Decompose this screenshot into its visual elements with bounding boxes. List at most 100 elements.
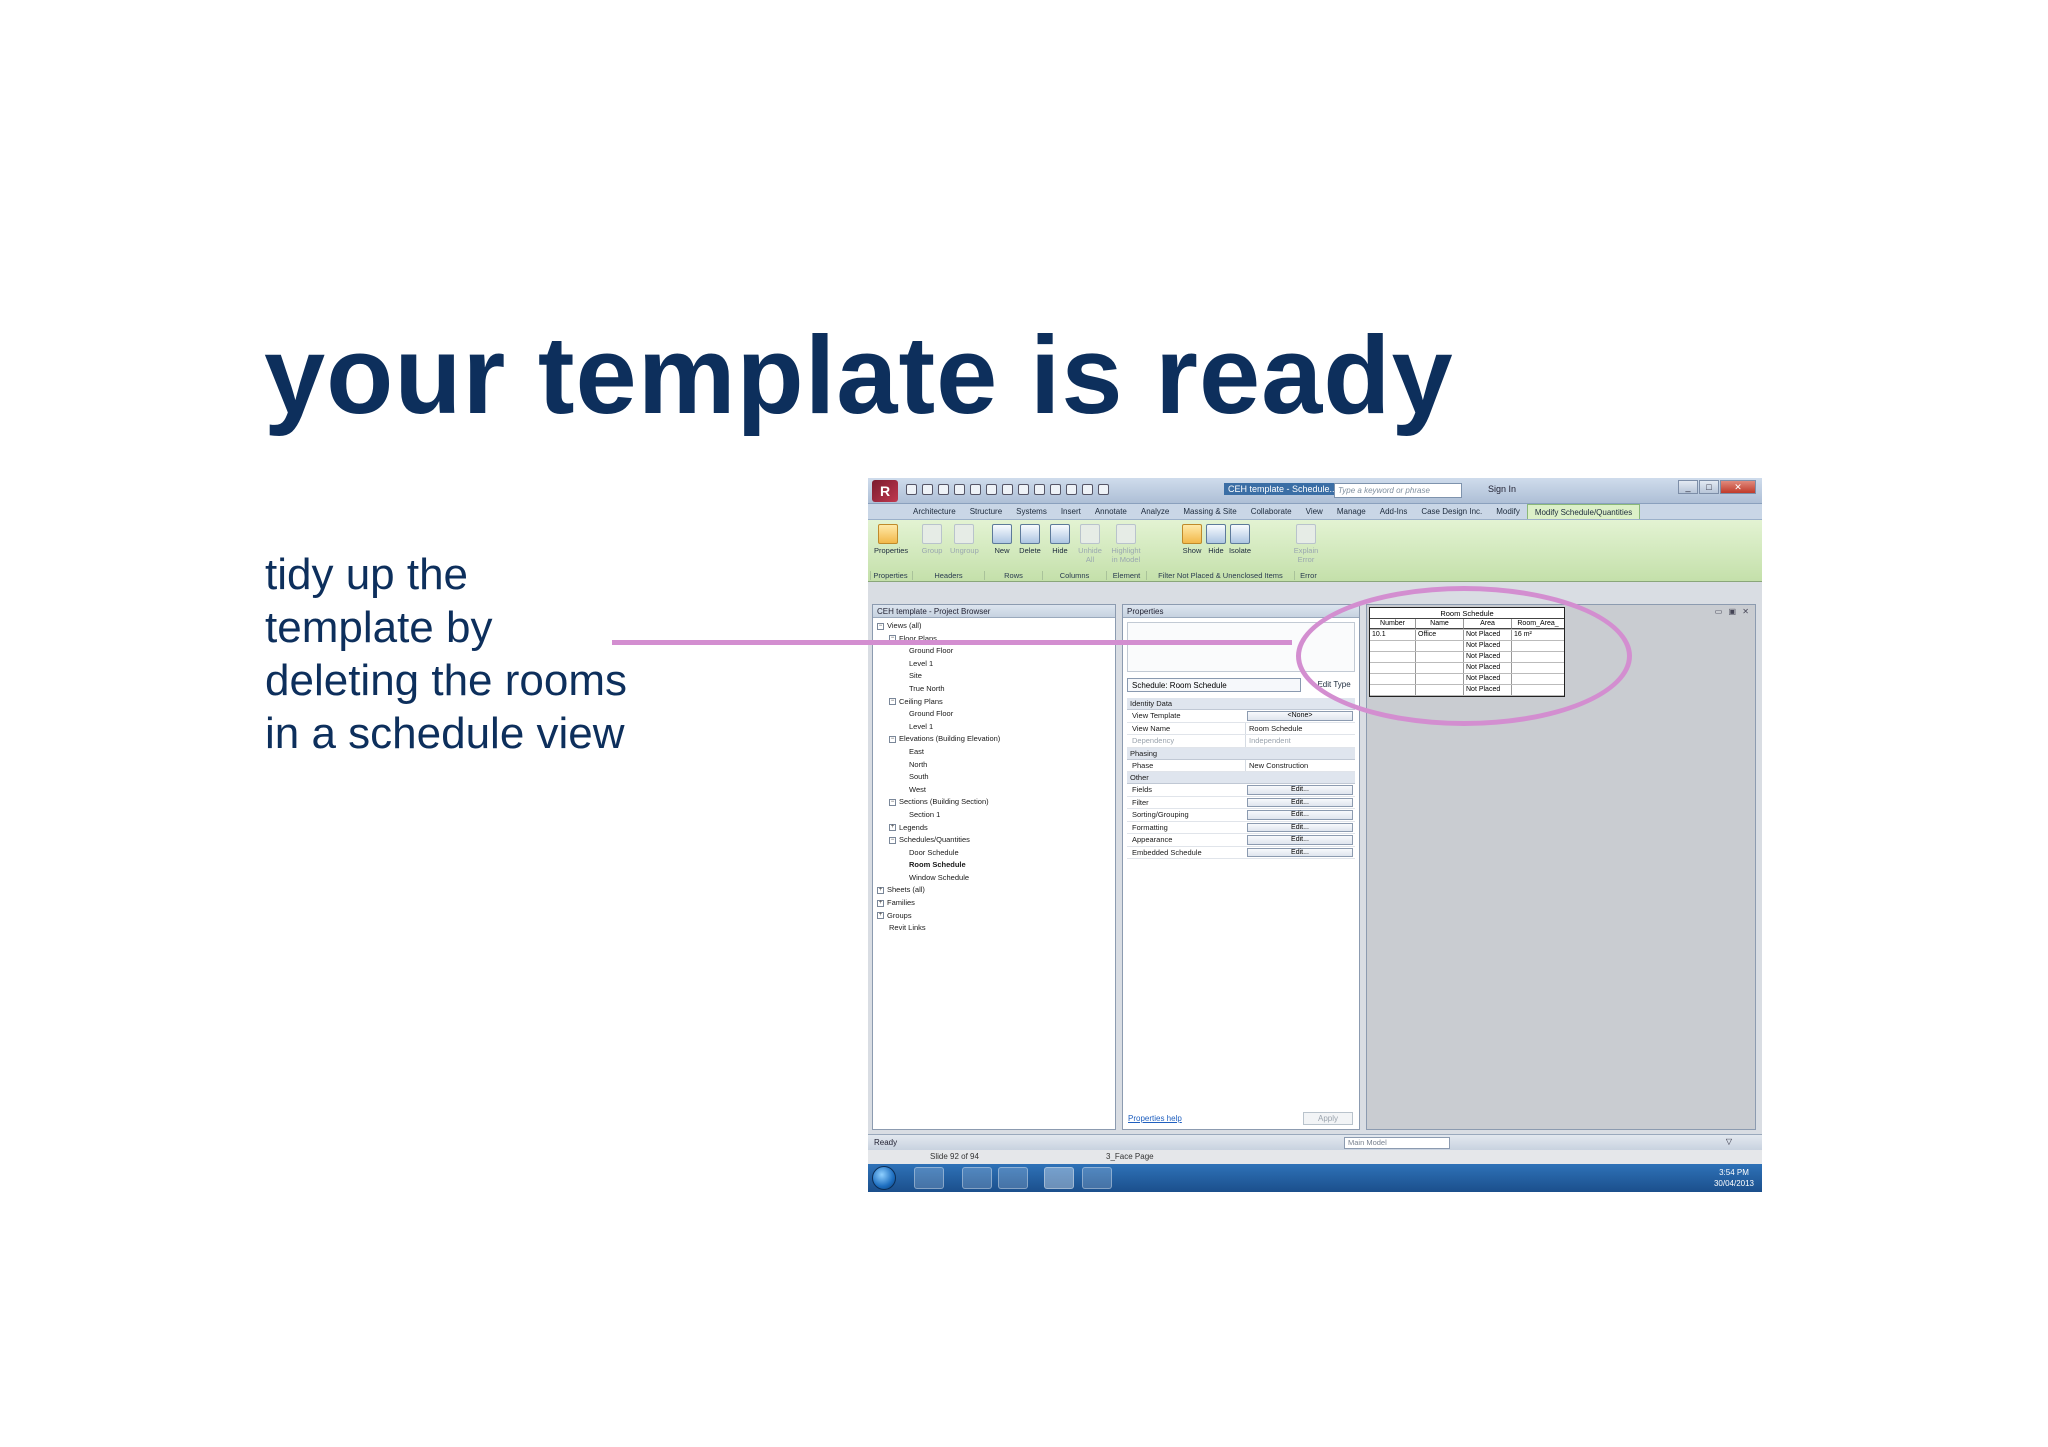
tree-node[interactable]: − Views (all) [877, 620, 1115, 633]
minimize-button[interactable]: _ [1678, 480, 1698, 494]
section-icon[interactable] [1050, 484, 1061, 495]
embedded-schedule-edit-button[interactable]: Edit... [1247, 847, 1353, 857]
tree-node[interactable]: − Sections (Building Section) [877, 796, 1115, 809]
revit-taskbar-icon[interactable] [1044, 1167, 1074, 1189]
tree-node[interactable]: + Sheets (all) [877, 884, 1115, 897]
tree-node-active[interactable]: Room Schedule [877, 859, 1115, 872]
close-views-icon[interactable] [1082, 484, 1093, 495]
sign-in-link[interactable]: Sign In [1488, 484, 1516, 494]
isolate-button[interactable]: Isolate [1226, 524, 1254, 555]
tab-analyze[interactable]: Analyze [1134, 504, 1176, 519]
tree-node[interactable]: True North [877, 683, 1115, 696]
maximize-button[interactable]: □ [1699, 480, 1719, 494]
group-phasing[interactable]: Phasing [1127, 747, 1355, 760]
revit-logo-icon[interactable]: R [872, 480, 898, 502]
phase-field[interactable]: New Construction [1245, 759, 1355, 771]
tab-manage[interactable]: Manage [1330, 504, 1373, 519]
tab-case-design[interactable]: Case Design Inc. [1414, 504, 1489, 519]
text-icon[interactable] [1018, 484, 1029, 495]
tab-insert[interactable]: Insert [1054, 504, 1088, 519]
tree-node[interactable]: + Legends [877, 822, 1115, 835]
tree-node[interactable]: − Schedules/Quantities [877, 834, 1115, 847]
tree-node[interactable]: Revit Links [877, 922, 1115, 935]
highlight-in-model-button[interactable]: Highlight in Model [1108, 524, 1144, 564]
new-row-button[interactable]: New [988, 524, 1016, 555]
explorer-icon[interactable] [962, 1167, 992, 1189]
tree-node[interactable]: Window Schedule [877, 872, 1115, 885]
tab-modify[interactable]: Modify [1489, 504, 1527, 519]
group-other[interactable]: Other [1127, 772, 1355, 784]
tab-annotate[interactable]: Annotate [1088, 504, 1134, 519]
properties-button[interactable]: Properties [874, 524, 908, 555]
hide-column-button[interactable]: Hide [1046, 524, 1074, 555]
powerpoint-status-bar: Slide 92 of 94 3_Face Page [868, 1150, 1762, 1164]
tree-node[interactable]: North [877, 759, 1115, 772]
redo-icon[interactable] [954, 484, 965, 495]
tree-node[interactable]: South [877, 771, 1115, 784]
thin-lines-icon[interactable] [1066, 484, 1077, 495]
tab-view[interactable]: View [1299, 504, 1330, 519]
dimension-icon[interactable] [1002, 484, 1013, 495]
delete-row-button[interactable]: Delete [1016, 524, 1044, 555]
tree-node[interactable]: West [877, 784, 1115, 797]
open-icon[interactable] [906, 484, 917, 495]
type-selector[interactable]: Schedule: Room Schedule [1127, 677, 1301, 692]
tree-node[interactable]: Section 1 [877, 809, 1115, 822]
fields-edit-button[interactable]: Edit... [1247, 785, 1353, 795]
tab-collaborate[interactable]: Collaborate [1244, 504, 1299, 519]
title-bar: R CEH template - Schedule... Type a keyw… [868, 478, 1762, 504]
model-selector[interactable]: Main Model [1344, 1137, 1450, 1149]
undo-icon[interactable] [938, 484, 949, 495]
browser-icon[interactable] [998, 1167, 1028, 1189]
tree-node[interactable]: Site [877, 670, 1115, 683]
properties-help-link[interactable]: Properties help [1128, 1114, 1182, 1123]
explain-error-button[interactable]: Explain Error [1292, 524, 1320, 564]
ungroup-button[interactable]: Ungroup [950, 524, 979, 555]
view-template-button[interactable]: <None> [1247, 711, 1353, 721]
search-input[interactable]: Type a keyword or phrase [1334, 483, 1462, 498]
tree-node[interactable]: East [877, 746, 1115, 759]
tab-systems[interactable]: Systems [1009, 504, 1054, 519]
prop-row: Filter Edit... [1127, 797, 1355, 809]
view-name-field[interactable]: Room Schedule [1245, 722, 1355, 734]
body-line: deleting the rooms [265, 656, 627, 705]
formatting-edit-button[interactable]: Edit... [1247, 822, 1353, 832]
tab-structure[interactable]: Structure [963, 504, 1009, 519]
tree-node[interactable]: Level 1 [877, 658, 1115, 671]
view-window-controls[interactable]: ▭ ▣ ✕ [1715, 607, 1751, 616]
filter-icon[interactable]: ▽ [1726, 1137, 1732, 1146]
filter-edit-button[interactable]: Edit... [1247, 797, 1353, 807]
tree-node[interactable]: Door Schedule [877, 847, 1115, 860]
tree-node[interactable]: − Elevations (Building Elevation) [877, 733, 1115, 746]
tree-node[interactable]: − Ceiling Plans [877, 696, 1115, 709]
messenger-icon[interactable] [914, 1167, 944, 1189]
measure-icon[interactable] [986, 484, 997, 495]
print-icon[interactable] [970, 484, 981, 495]
close-button[interactable]: ✕ [1720, 480, 1756, 494]
tab-architecture[interactable]: Architecture [906, 504, 963, 519]
tree-node[interactable]: + Families [877, 897, 1115, 910]
system-clock[interactable]: 3:54 PM 30/04/2013 [1714, 1167, 1754, 1189]
properties-grid: Identity Data View Template <None> View N… [1127, 698, 1355, 859]
tree-node[interactable]: Level 1 [877, 721, 1115, 734]
tab-massing-site[interactable]: Massing & Site [1176, 504, 1243, 519]
sorting-edit-button[interactable]: Edit... [1247, 810, 1353, 820]
tree-node[interactable]: Ground Floor [877, 708, 1115, 721]
tab-modify-schedule[interactable]: Modify Schedule/Quantities [1526, 504, 1641, 519]
new-row-icon [992, 524, 1012, 544]
panel-label-headers: Headers [912, 571, 984, 580]
group-identity[interactable]: Identity Data [1127, 698, 1355, 710]
3d-view-icon[interactable] [1034, 484, 1045, 495]
project-browser: CEH template - Project Browser − Views (a… [872, 604, 1116, 1130]
powerpoint-taskbar-icon[interactable] [1082, 1167, 1112, 1189]
tree-node[interactable]: + Groups [877, 910, 1115, 923]
switch-windows-icon[interactable] [1098, 484, 1109, 495]
apply-button[interactable]: Apply [1303, 1112, 1353, 1125]
appearance-edit-button[interactable]: Edit... [1247, 835, 1353, 845]
tab-add-ins[interactable]: Add-Ins [1373, 504, 1415, 519]
unhide-all-button[interactable]: Unhide All [1076, 524, 1104, 564]
save-icon[interactable] [922, 484, 933, 495]
start-button-icon[interactable] [872, 1166, 896, 1190]
group-button[interactable]: Group [918, 524, 946, 555]
tree-node[interactable]: Ground Floor [877, 645, 1115, 658]
